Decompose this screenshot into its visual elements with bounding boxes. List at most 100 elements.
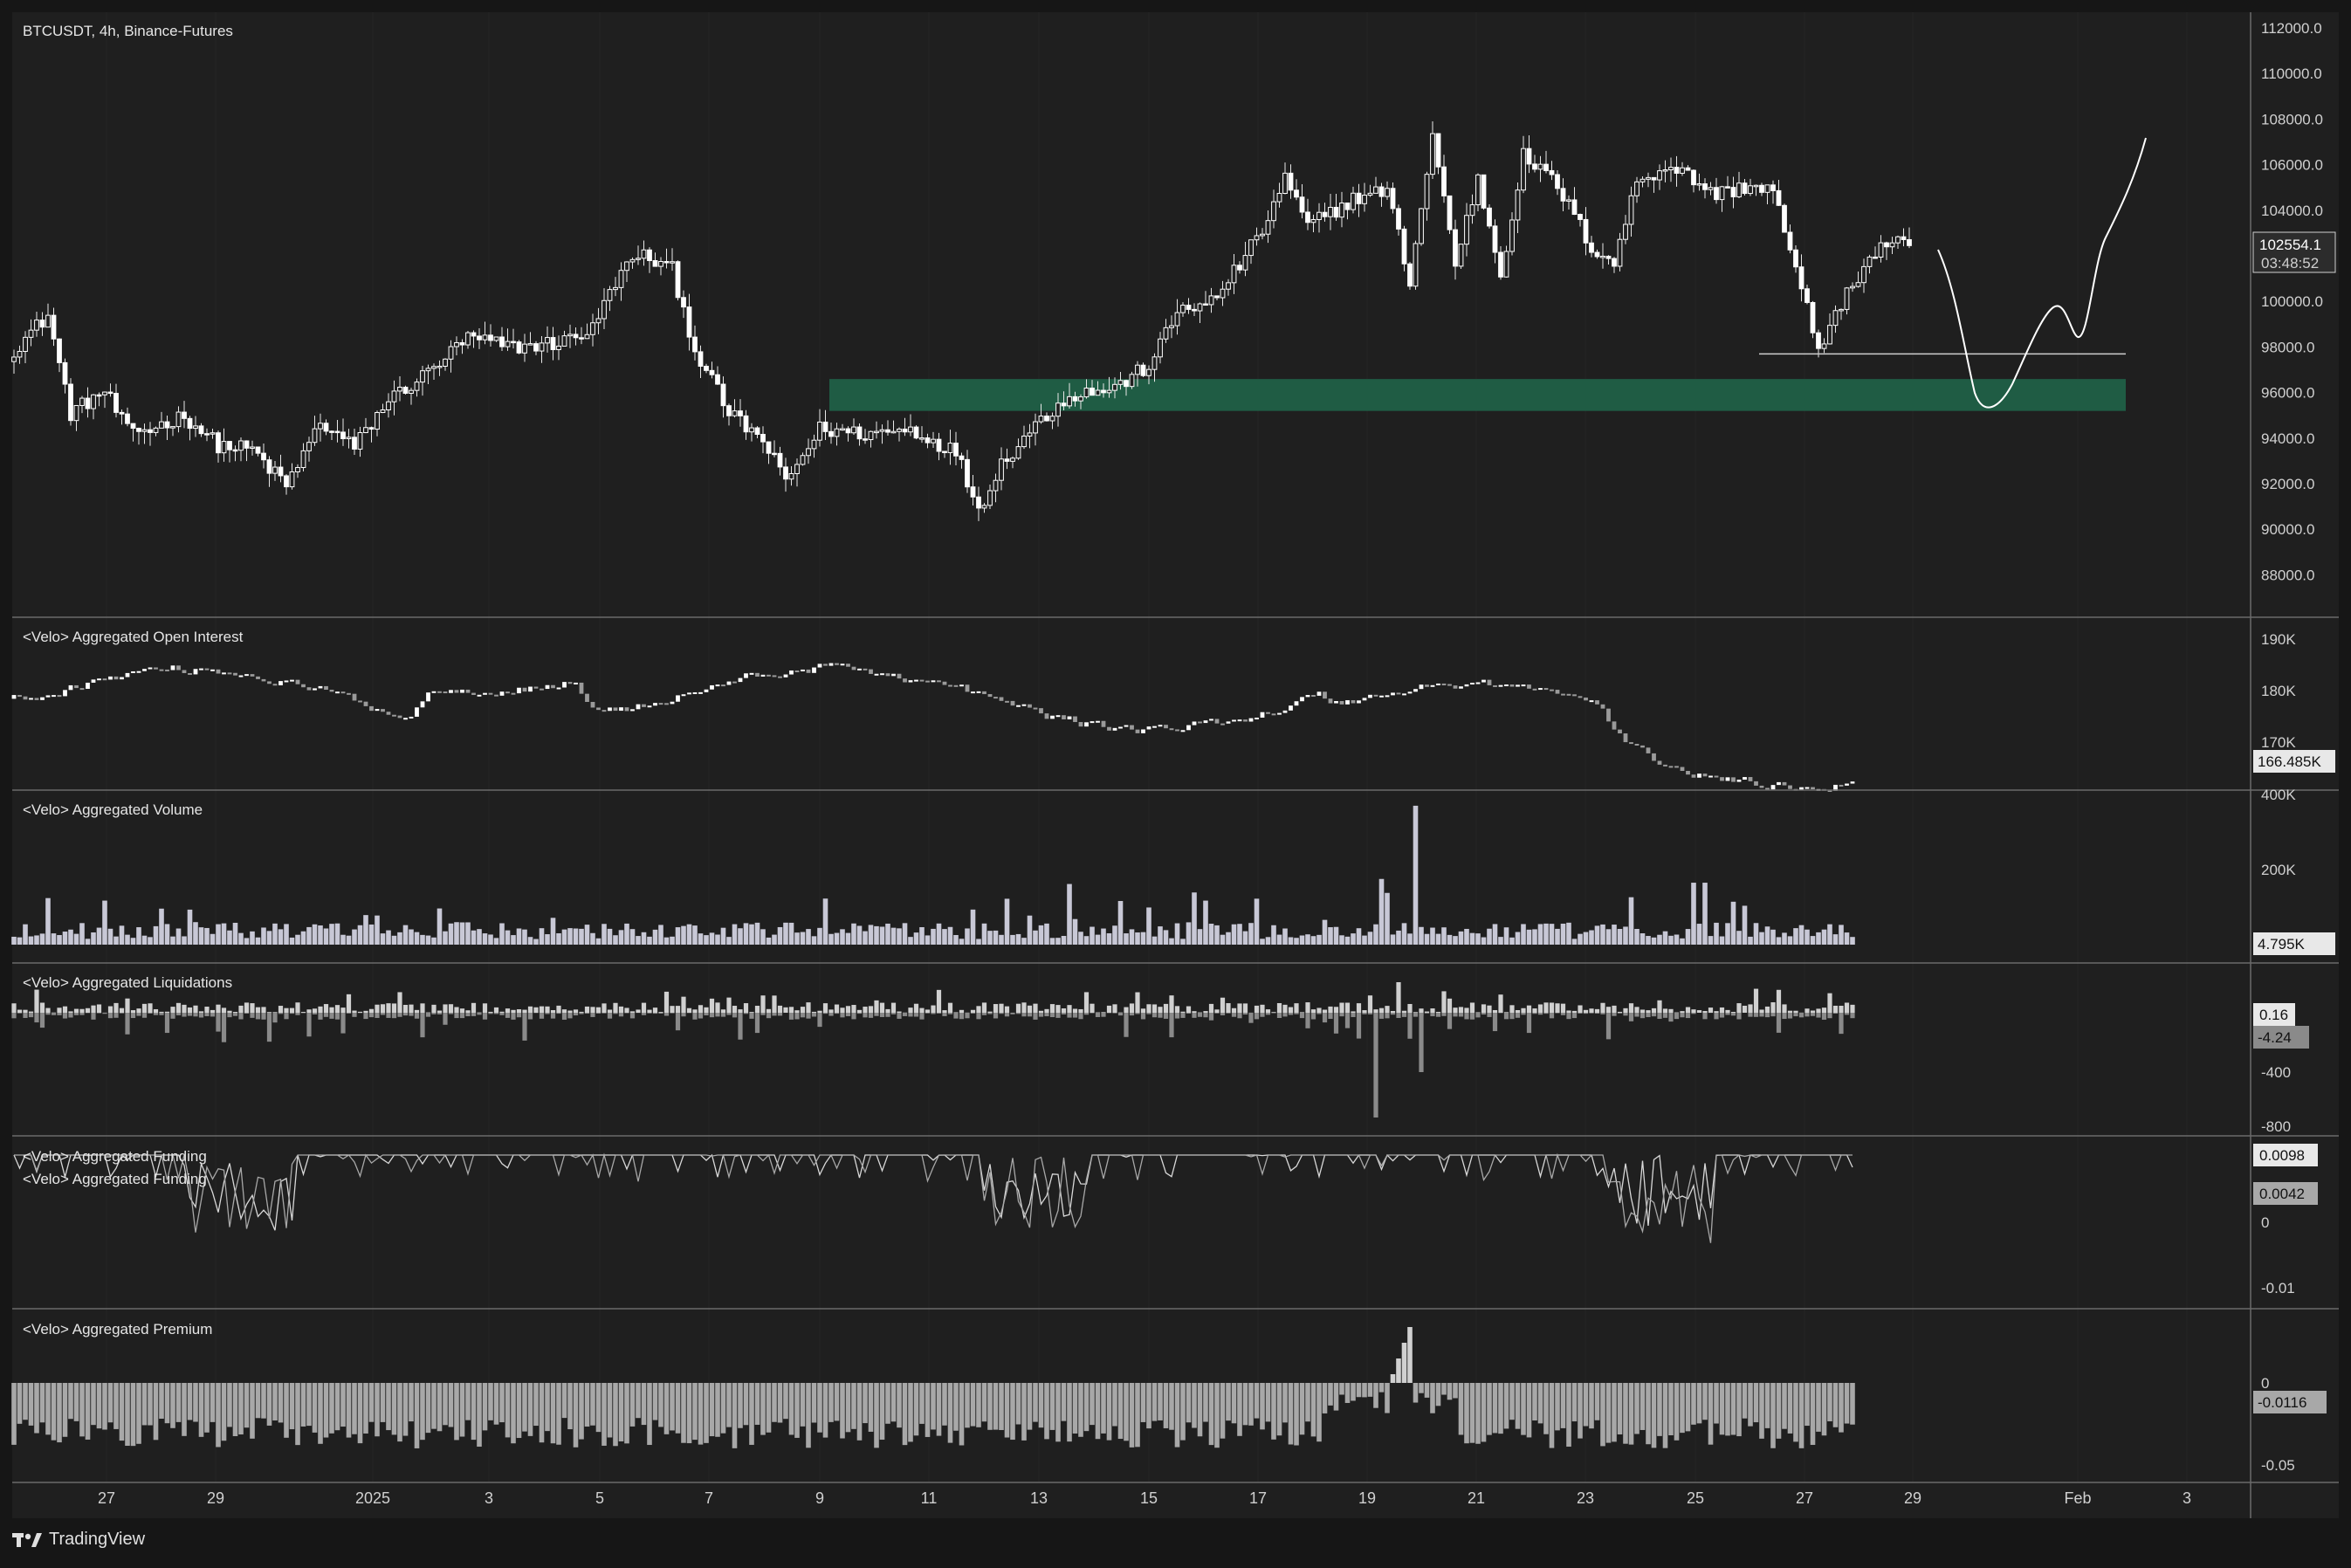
- liq-bar-long: [1714, 1011, 1718, 1013]
- oi-candle: [471, 693, 476, 695]
- liq-bar-long: [1663, 1008, 1667, 1013]
- volume-bar: [897, 928, 902, 945]
- oi-candle: [1181, 730, 1186, 732]
- candle-body: [642, 250, 646, 258]
- liq-bar-long: [1073, 1008, 1077, 1013]
- oi-candle: [1329, 698, 1333, 703]
- liq-bar-long: [284, 1008, 288, 1013]
- oi-candle: [1845, 784, 1849, 786]
- candle-body: [687, 307, 691, 337]
- volume-bar: [1345, 937, 1351, 945]
- volume-bar: [79, 923, 85, 945]
- liq-bar-short: [1629, 1013, 1633, 1021]
- candle-body: [517, 342, 521, 354]
- oi-candle: [755, 673, 760, 677]
- liq-bar-short: [948, 1013, 952, 1014]
- liq-bar-long: [386, 1003, 390, 1013]
- premium-bar: [1532, 1383, 1537, 1420]
- liq-bar-long: [760, 995, 765, 1013]
- premium-label[interactable]: <Velo> Aggregated Premium: [23, 1321, 212, 1338]
- oi-candle: [1413, 689, 1418, 691]
- liq-bar-long: [295, 1002, 299, 1013]
- liq-bar-long: [34, 990, 38, 1013]
- volume-bar: [256, 938, 261, 945]
- symbol-label[interactable]: BTCUSDT, 4h, Binance-Futures: [23, 23, 233, 40]
- liq-bar-short: [1248, 1013, 1253, 1023]
- liq-bar-short: [670, 1013, 674, 1014]
- candle-body: [1805, 289, 1810, 303]
- liquidations-label[interactable]: <Velo> Aggregated Liquidations: [23, 974, 232, 992]
- premium-bar: [397, 1383, 402, 1441]
- candle-body: [585, 334, 589, 338]
- open-interest-label[interactable]: <Velo> Aggregated Open Interest: [23, 629, 243, 646]
- liq-bar-long: [1067, 1005, 1071, 1013]
- funding-label-2[interactable]: <Velo> Aggregated Funding: [23, 1171, 207, 1188]
- oi-candle: [1011, 701, 1015, 705]
- premium-bar: [1827, 1383, 1832, 1421]
- candle-body: [528, 344, 533, 346]
- chart-background: [12, 12, 2339, 1518]
- premium-bar: [585, 1383, 590, 1427]
- volume-label[interactable]: <Velo> Aggregated Volume: [23, 801, 203, 819]
- chart-root[interactable]: 112000.0110000.0108000.0106000.0104000.0…: [0, 0, 2351, 1564]
- volume-bar: [817, 928, 822, 945]
- liq-bar-long: [335, 1005, 340, 1013]
- oi-candle: [1777, 782, 1781, 785]
- liq-bar-short: [812, 1013, 816, 1016]
- volume-bar: [193, 922, 198, 945]
- liq-bar-short: [1385, 1013, 1389, 1018]
- oi-candle: [1442, 684, 1447, 685]
- volume-bar: [885, 924, 890, 945]
- oi-candle: [1749, 777, 1753, 781]
- liq-bar-long: [993, 1004, 998, 1013]
- price-candle: [403, 386, 408, 395]
- volume-bar: [1754, 923, 1759, 945]
- candle-body: [602, 300, 607, 319]
- liq-bar-long: [1702, 1011, 1707, 1013]
- liq-bar-short: [154, 1013, 158, 1015]
- liq-bar-short: [1028, 1013, 1032, 1016]
- oi-candle: [557, 687, 561, 689]
- liq-bar-short: [1425, 1013, 1429, 1014]
- candle-body: [971, 487, 975, 498]
- premium-bar: [1691, 1383, 1696, 1425]
- premium-bar: [431, 1383, 437, 1429]
- time-label: Feb: [2064, 1489, 2091, 1507]
- premium-bar: [1379, 1383, 1385, 1393]
- premium-bar: [903, 1383, 908, 1445]
- volume-bar: [891, 928, 897, 945]
- candle-body: [460, 343, 464, 346]
- tradingview-brand[interactable]: TradingView: [12, 1530, 145, 1550]
- premium-bar: [1487, 1383, 1492, 1435]
- premium-bar: [726, 1383, 732, 1427]
- oi-candle: [891, 674, 896, 677]
- liq-bar-long: [670, 1006, 674, 1013]
- volume-bar: [1220, 935, 1226, 945]
- funding-tick: -0.01: [2261, 1280, 2295, 1296]
- funding-label-1[interactable]: <Velo> Aggregated Funding: [23, 1148, 207, 1166]
- premium-bar: [772, 1383, 777, 1422]
- candle-body: [478, 336, 482, 340]
- premium-bar: [426, 1383, 431, 1433]
- volume-bar: [1657, 935, 1662, 945]
- liq-bar-long: [1373, 1009, 1378, 1013]
- candle-body: [636, 258, 641, 260]
- premium-bar: [789, 1383, 794, 1434]
- time-label: 9: [815, 1489, 824, 1507]
- liq-bar-short: [1311, 1013, 1316, 1019]
- volume-bar: [449, 924, 454, 945]
- candle-body: [1062, 403, 1066, 406]
- volume-bar: [222, 924, 227, 945]
- candle-body: [1323, 212, 1327, 217]
- candle-body: [670, 262, 675, 264]
- chart-canvas[interactable]: 112000.0110000.0108000.0106000.0104000.0…: [0, 0, 2351, 1564]
- liq-bar-short: [1550, 1013, 1554, 1018]
- candle-body: [1000, 459, 1004, 480]
- premium-bar: [1612, 1383, 1617, 1441]
- candle-body: [403, 388, 408, 394]
- liq-bar-long: [647, 1010, 651, 1013]
- candle-body: [426, 368, 430, 371]
- oi-candle: [1056, 715, 1061, 717]
- premium-bar: [692, 1383, 698, 1440]
- volume-bar: [857, 925, 863, 945]
